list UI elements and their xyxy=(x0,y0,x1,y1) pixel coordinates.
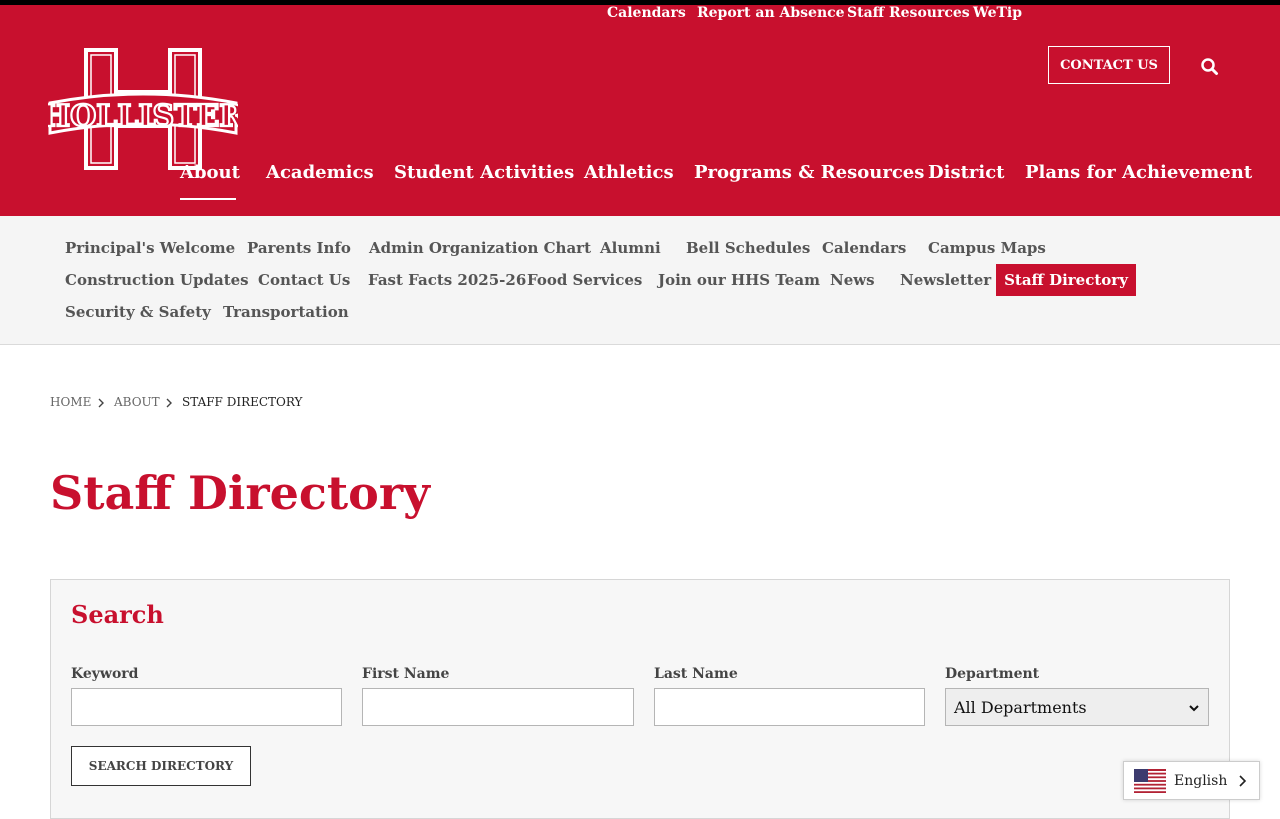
subnav-staff-directory[interactable]: Staff Directory xyxy=(996,264,1136,296)
subnav-bell-schedules[interactable]: Bell Schedules xyxy=(686,239,810,257)
util-link-wetip[interactable]: WeTip xyxy=(973,5,1022,21)
chevron-down-icon xyxy=(1189,705,1199,712)
breadcrumb-home[interactable]: HOME xyxy=(50,395,91,409)
first-name-label: First Name xyxy=(362,666,450,682)
first-name-input[interactable] xyxy=(362,688,634,726)
subnav-fast-facts[interactable]: Fast Facts 2025-26 xyxy=(368,271,526,289)
nav-plans-for-achievement[interactable]: Plans for Achievement xyxy=(1025,162,1252,183)
last-name-input[interactable] xyxy=(654,688,925,726)
chevron-right-icon xyxy=(1239,775,1247,787)
section-subnav: Principal's Welcome Parents Info Admin O… xyxy=(0,216,1280,345)
nav-academics[interactable]: Academics xyxy=(266,162,374,183)
subnav-calendars[interactable]: Calendars xyxy=(822,239,906,257)
search-panel-title: Search xyxy=(71,600,164,629)
us-flag-icon xyxy=(1134,769,1166,793)
nav-active-underline xyxy=(180,198,236,200)
department-selected-value: All Departments xyxy=(954,697,1087,717)
keyword-label: Keyword xyxy=(71,666,139,682)
contact-us-button[interactable]: CONTACT US xyxy=(1048,46,1170,84)
nav-programs-resources[interactable]: Programs & Resources xyxy=(694,162,924,183)
department-select[interactable]: All Departments xyxy=(945,688,1209,726)
subnav-contact-us[interactable]: Contact Us xyxy=(258,271,350,289)
breadcrumb-about[interactable]: ABOUT xyxy=(114,395,160,409)
language-selector[interactable]: English xyxy=(1123,761,1260,800)
subnav-news[interactable]: News xyxy=(830,271,875,289)
hollister-logo[interactable]: HOLLISTER xyxy=(48,45,238,173)
nav-about[interactable]: About xyxy=(180,162,240,183)
subnav-join-hhs-team[interactable]: Join our HHS Team xyxy=(658,271,820,289)
subnav-alumni[interactable]: Alumni xyxy=(600,239,661,257)
subnav-parents-info[interactable]: Parents Info xyxy=(247,239,351,257)
subnav-newsletter[interactable]: Newsletter xyxy=(900,271,991,289)
search-directory-button[interactable]: SEARCH DIRECTORY xyxy=(71,746,251,786)
subnav-principals-welcome[interactable]: Principal's Welcome xyxy=(65,239,235,257)
site-header: HOLLISTER Calendars Report an Absence St… xyxy=(0,5,1280,216)
page-title: Staff Directory xyxy=(50,466,430,520)
nav-student-activities[interactable]: Student Activities xyxy=(394,162,574,183)
subnav-admin-org-chart[interactable]: Admin Organization Chart xyxy=(369,239,591,257)
department-label: Department xyxy=(945,666,1040,682)
nav-district[interactable]: District xyxy=(928,162,1005,183)
subnav-construction-updates[interactable]: Construction Updates xyxy=(65,271,249,289)
search-icon[interactable] xyxy=(1198,55,1222,79)
breadcrumb-current: STAFF DIRECTORY xyxy=(182,395,303,409)
chevron-right-icon xyxy=(166,398,172,408)
search-panel: Search Keyword First Name Last Name Depa… xyxy=(50,579,1230,819)
subnav-transportation[interactable]: Transportation xyxy=(223,303,349,321)
util-link-calendars[interactable]: Calendars xyxy=(607,5,686,21)
nav-athletics[interactable]: Athletics xyxy=(584,162,674,183)
subnav-food-services[interactable]: Food Services xyxy=(527,271,642,289)
subnav-campus-maps[interactable]: Campus Maps xyxy=(928,239,1046,257)
chevron-right-icon xyxy=(98,398,104,408)
util-link-staff-resources[interactable]: Staff Resources xyxy=(847,5,970,21)
logo-text: HOLLISTER xyxy=(48,99,238,134)
keyword-input[interactable] xyxy=(71,688,342,726)
util-link-report-absence[interactable]: Report an Absence xyxy=(697,5,845,21)
language-label: English xyxy=(1174,773,1228,789)
subnav-security-safety[interactable]: Security & Safety xyxy=(65,303,211,321)
last-name-label: Last Name xyxy=(654,666,738,682)
